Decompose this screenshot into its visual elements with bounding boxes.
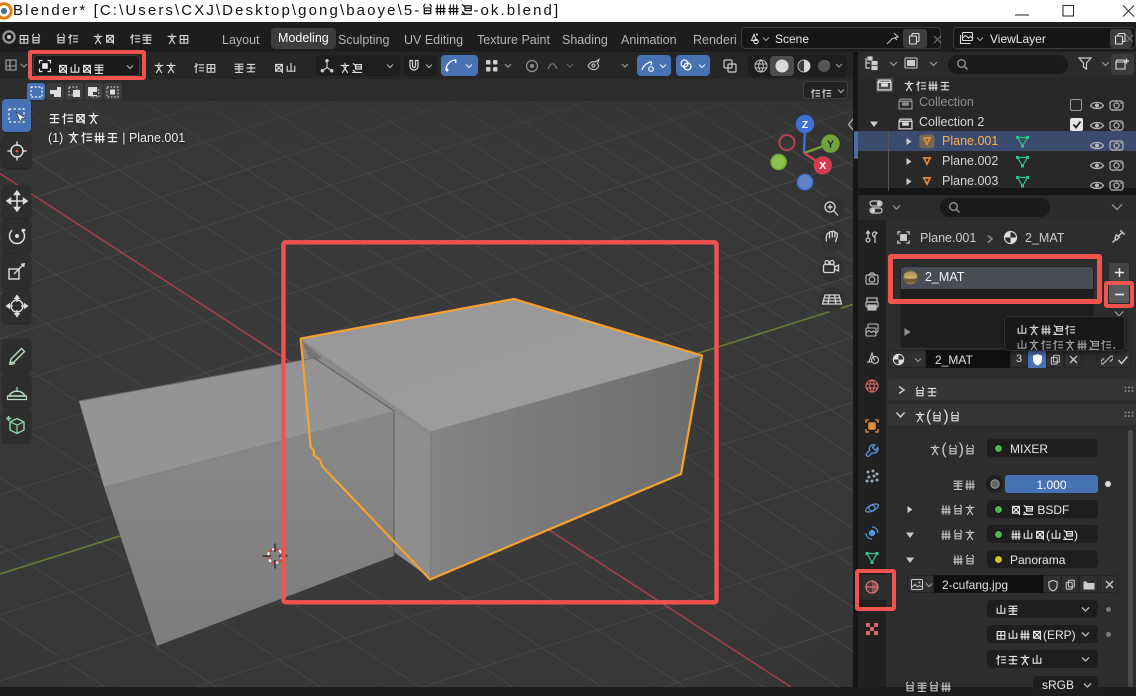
svg-text:X: X bbox=[819, 160, 826, 172]
svg-text:Y: Y bbox=[827, 138, 834, 150]
svg-text:Z: Z bbox=[802, 119, 809, 131]
